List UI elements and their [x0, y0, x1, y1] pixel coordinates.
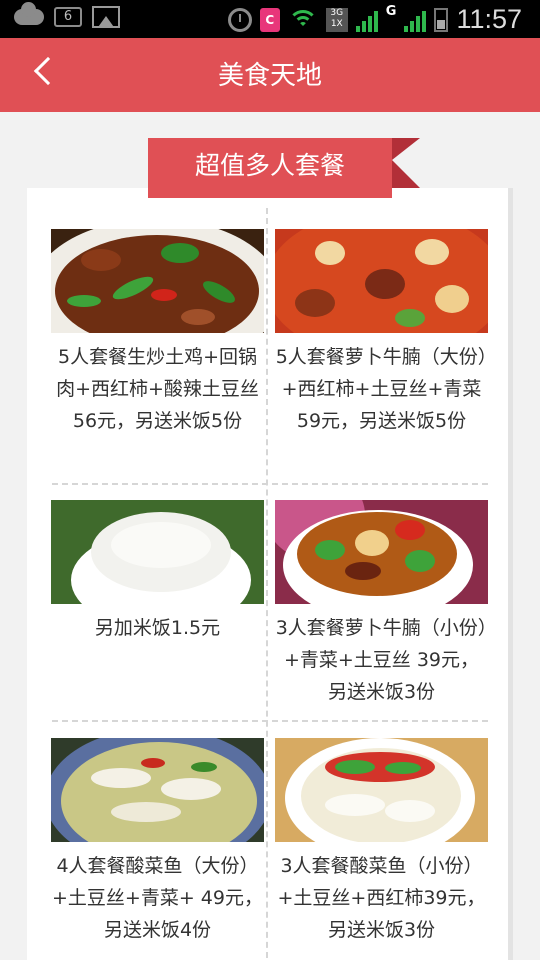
menu-item[interactable]: 4人套餐酸菜鱼（大份）+土豆丝+青菜+ 49元，另送米饭4份 — [51, 738, 264, 946]
app-header: 美食天地 — [0, 38, 540, 112]
menu-item-caption: 5人套餐萝卜牛腩（大份）+西红柿+土豆丝+青菜 59元，另送米饭5份 — [275, 346, 488, 432]
alarm-icon — [227, 7, 252, 32]
signal-strength-icon — [355, 8, 378, 32]
notification-count-badge: 6 — [54, 7, 82, 27]
column-divider — [266, 208, 268, 960]
network-subtype-label: 1X — [330, 18, 343, 29]
dish-photo-chicken — [51, 229, 264, 333]
menu-item-caption: 3人套餐酸菜鱼（小份）+土豆丝+西红柿39元，另送米饭3份 — [277, 855, 486, 941]
row-divider-1 — [52, 483, 488, 485]
status-right: C 3G 1X G 11:57 — [227, 4, 522, 35]
signal-strength-icon-2 — [404, 8, 427, 32]
ribbon-fold-lower — [392, 160, 420, 188]
menu-item[interactable]: 5人套餐萝卜牛腩（大份）+西红柿+土豆丝+青菜 59元，另送米饭5份 — [275, 229, 488, 437]
app-c-icon: C — [259, 7, 280, 32]
network-type-label: 3G — [330, 7, 344, 18]
status-time: 11:57 — [456, 4, 522, 34]
battery-icon — [434, 7, 449, 32]
menu-item-caption: 3人套餐萝卜牛腩（小份）+青菜+土豆丝 39元，另送米饭3份 — [275, 617, 488, 703]
dish-photo-beef-radish-small — [275, 500, 488, 604]
status-bar: 6 C 3G 1X G 11:57 — [0, 0, 540, 38]
status-left: 6 — [14, 2, 120, 28]
page-title: 美食天地 — [217, 61, 322, 91]
network-type-badge: 3G 1X — [325, 7, 348, 32]
dish-photo-pickled-fish — [51, 738, 264, 842]
menu-item-caption: 5人套餐生炒土鸡+回锅肉+西红柿+酸辣土豆丝 56元，另送米饭5份 — [56, 346, 259, 432]
menu-item[interactable]: 5人套餐生炒土鸡+回锅肉+西红柿+酸辣土豆丝 56元，另送米饭5份 — [51, 229, 264, 437]
menu-item[interactable]: 另加米饭1.5元 — [51, 500, 264, 644]
dish-photo-rice — [51, 500, 264, 604]
menu-item-caption: 另加米饭1.5元 — [94, 617, 221, 639]
dish-photo-beef-radish — [275, 229, 488, 333]
image-icon — [92, 6, 120, 28]
cloud-icon — [14, 2, 44, 25]
signal-type-label: G — [385, 4, 397, 19]
dish-photo-pickled-fish-small — [275, 738, 488, 842]
ribbon-fold — [392, 138, 420, 160]
wifi-icon — [287, 8, 318, 32]
menu-item[interactable]: 3人套餐萝卜牛腩（小份）+青菜+土豆丝 39元，另送米饭3份 — [275, 500, 488, 708]
menu-item[interactable]: 3人套餐酸菜鱼（小份）+土豆丝+西红柿39元，另送米饭3份 — [275, 738, 488, 946]
section-title: 超值多人套餐 — [148, 138, 392, 198]
row-divider-2 — [52, 720, 488, 722]
menu-item-caption: 4人套餐酸菜鱼（大份）+土豆丝+青菜+ 49元，另送米饭4份 — [52, 855, 263, 941]
